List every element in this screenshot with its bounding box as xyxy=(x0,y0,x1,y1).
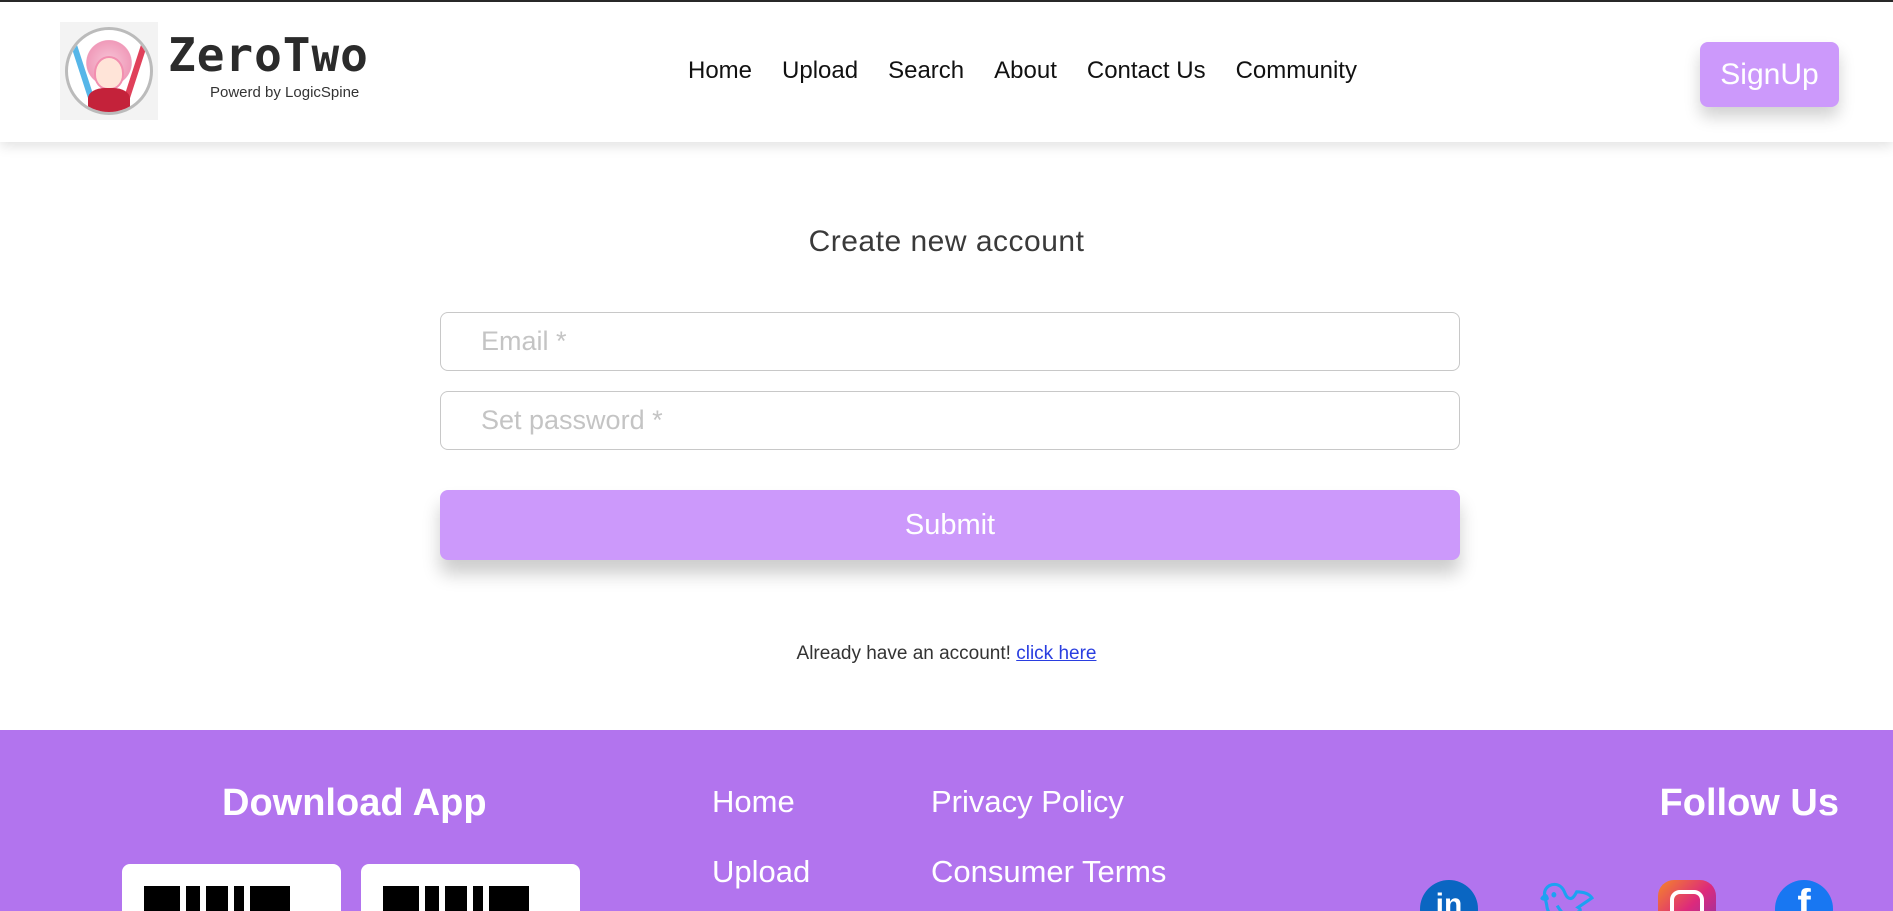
main-nav: Home Upload Search About Contact Us Comm… xyxy=(688,57,1357,85)
qr-code-2[interactable] xyxy=(361,864,580,911)
site-footer: Download App Home Upload Privacy Policy … xyxy=(0,730,1893,911)
brand-name: ZeroTwo xyxy=(168,28,369,82)
qr-code-1[interactable] xyxy=(122,864,341,911)
password-field[interactable] xyxy=(440,391,1460,450)
logo-avatar-icon xyxy=(65,27,153,115)
logo[interactable] xyxy=(60,22,158,120)
site-header: ZeroTwo Powerd by LogicSpine Home Upload… xyxy=(0,2,1893,142)
nav-search[interactable]: Search xyxy=(888,57,964,85)
linkedin-icon[interactable]: in xyxy=(1420,880,1478,911)
footer-link-privacy-policy[interactable]: Privacy Policy xyxy=(931,785,1166,819)
form-title: Create new account xyxy=(808,225,1085,258)
signup-button[interactable]: SignUp xyxy=(1700,42,1839,107)
nav-contact-us[interactable]: Contact Us xyxy=(1087,57,1206,85)
follow-us-title: Follow Us xyxy=(1659,782,1839,824)
facebook-icon[interactable]: f xyxy=(1775,880,1833,911)
brand-subtitle: Powerd by LogicSpine xyxy=(210,84,360,101)
footer-link-home[interactable]: Home xyxy=(712,785,810,819)
instagram-icon[interactable] xyxy=(1658,880,1716,911)
twitter-icon[interactable]: 🐦︎ xyxy=(1538,880,1596,911)
download-app-title: Download App xyxy=(222,782,487,824)
footer-link-consumer-terms[interactable]: Consumer Terms xyxy=(931,855,1166,889)
login-link[interactable]: click here xyxy=(1016,643,1096,664)
submit-button[interactable]: Submit xyxy=(440,490,1460,560)
footer-links-col2: Privacy Policy Consumer Terms xyxy=(931,785,1166,889)
nav-community[interactable]: Community xyxy=(1236,57,1357,85)
login-prompt-text: Already have an account! xyxy=(796,643,1011,664)
nav-home[interactable]: Home xyxy=(688,57,752,85)
footer-links-col1: Home Upload xyxy=(712,785,810,889)
nav-upload[interactable]: Upload xyxy=(782,57,858,85)
footer-link-upload[interactable]: Upload xyxy=(712,855,810,889)
email-field[interactable] xyxy=(440,312,1460,371)
nav-about[interactable]: About xyxy=(994,57,1057,85)
login-prompt: Already have an account! click here xyxy=(0,643,1893,665)
